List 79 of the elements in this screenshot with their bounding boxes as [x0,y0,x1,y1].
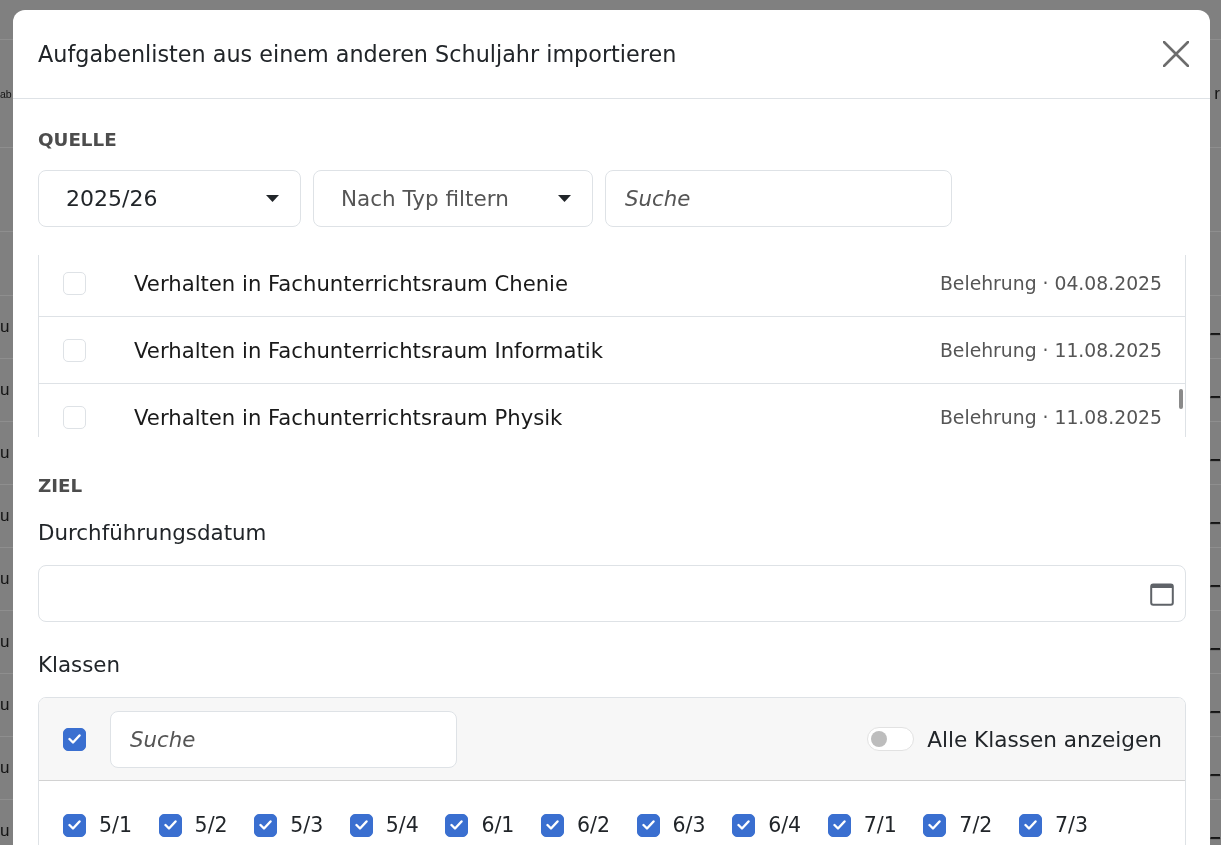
checkbox[interactable] [349,813,373,837]
checkmark-icon [1023,820,1037,830]
class-label: 7/3 [1054,813,1088,837]
class-label: 5/1 [99,813,132,837]
checkbox[interactable] [63,813,86,837]
checkmark-icon [641,820,655,830]
background-text: u [0,380,10,400]
class-label: 6/3 [672,813,706,837]
checkmark-icon [450,820,464,830]
task-list-title: Verhalten in Fachunterrichtsraum Physik [134,404,563,430]
background-text: u [0,506,10,526]
checkmark-icon [259,820,273,830]
background-text: _ [1210,569,1220,589]
calendar-icon[interactable] [1150,581,1174,606]
checkbox[interactable] [732,813,756,837]
background-text: _ [1210,758,1220,778]
class-label: 7/2 [959,813,993,837]
task-list-title: Verhalten in Fachunterrichtsraum Informatik [134,337,603,363]
background-text: u [0,758,10,778]
checkbox[interactable] [923,813,947,837]
select-all-checkbox[interactable] [63,727,86,751]
class-label: 7/1 [863,813,897,837]
class-label: 5/3 [290,813,324,837]
background-text: ab [0,86,12,102]
task-list-meta: Belehrung · 04.08.2025 [940,272,1162,294]
dialog-title: Aufgabenlisten aus einem anderen Schuljahr importieren [38,41,677,67]
checkmark-icon [545,820,559,830]
task-list-meta: Belehrung · 11.08.2025 [940,339,1162,361]
checkmark-icon [68,820,81,830]
checkmark-icon [68,734,81,744]
checkbox[interactable] [827,813,851,837]
checkmark-icon [737,820,751,830]
class-label: 5/2 [194,813,228,837]
search-field[interactable]: Suche [605,170,952,227]
close-button[interactable] [1163,41,1189,67]
checkbox[interactable] [445,813,469,837]
field-label: Durchführungsdatum [38,519,267,547]
checkmark-icon [354,820,368,830]
scrollbar-thumb[interactable] [1179,389,1183,409]
checkmark-icon [928,820,942,830]
checkbox[interactable] [1018,813,1042,837]
background-text: u [0,632,10,652]
background-text: _ [1210,443,1220,463]
type-filter-select[interactable]: Nach Typ filtern [313,170,593,227]
search-field[interactable]: Suche [110,710,457,768]
background-text: _ [1210,695,1220,715]
background-text: _ [1210,317,1220,337]
checkbox[interactable] [158,813,182,837]
task-list-meta: Belehrung · 11.08.2025 [940,406,1162,428]
background-text: u [0,695,10,715]
caret-icon [558,195,571,202]
background-text: u [0,821,10,841]
background-text: u [0,569,10,589]
checkmark-icon [832,820,846,830]
background-text: r [1214,83,1220,104]
checkbox[interactable] [636,813,660,837]
date-field[interactable] [38,565,1186,622]
background-text: _ [1210,821,1220,841]
section-heading: QUELLE [38,130,117,150]
field-label: Klassen [38,651,121,679]
caret-icon [266,195,279,202]
class-label: 6/1 [481,813,515,837]
class-label: 5/4 [385,813,419,837]
checkbox[interactable] [540,813,564,837]
section-heading: ZIEL [38,476,83,496]
task-list-title: Verhalten in Fachunterrichtsraum Chenie [134,270,569,296]
toggle-switch[interactable] [867,727,915,751]
toggle-label: Alle Klassen anzeigen [927,726,1162,752]
checkbox[interactable] [254,813,278,837]
school-year-select[interactable]: 2025/26 [38,170,301,227]
checkmark-icon [163,820,177,830]
background-text: _ [1210,632,1220,652]
class-label: 6/4 [768,813,802,837]
background-text: _ [1210,380,1220,400]
class-label: 6/2 [576,813,610,837]
background-text: u [0,443,10,463]
close-icon [1163,41,1189,67]
background-text: u [0,317,10,337]
background-text: _ [1210,506,1220,526]
